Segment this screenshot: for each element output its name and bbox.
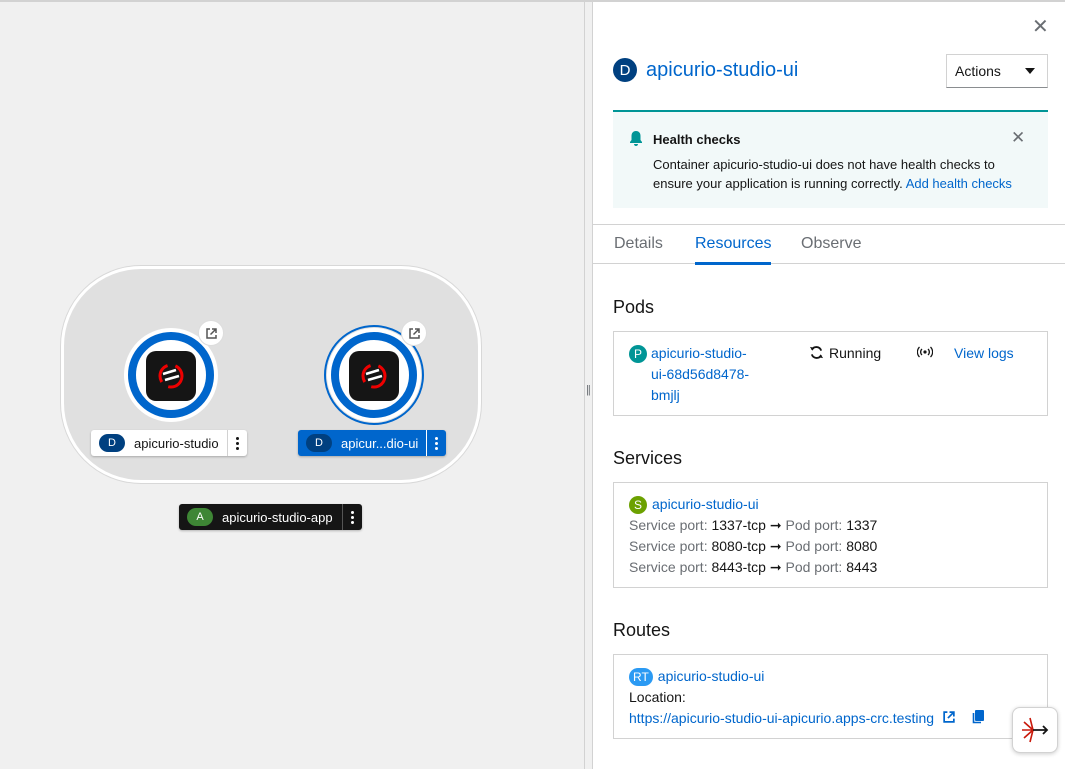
kebab-icon[interactable] [227,430,247,456]
external-link-icon[interactable] [942,710,956,724]
node-label-apicurio-studio[interactable]: D apicurio-studio [91,430,247,456]
sync-icon [809,346,824,359]
pod-badge: P [629,345,647,363]
arrow-right-icon: ➞ [769,559,782,575]
service-port-value: 8080-tcp [711,538,766,554]
pod-name-line: apicurio-studio- [651,345,747,361]
panel-title: D apicurio-studio-ui [613,58,798,82]
route-location-label: Location: [629,689,686,705]
services-card: Sapicurio-studio-ui Service port: 1337-t… [613,482,1048,588]
service-port-label: Service port: [629,559,708,575]
topology-canvas[interactable]: D apicurio-studio D apicur...dio-ui A ap… [0,0,584,769]
route-url-link[interactable]: https://apicurio-studio-ui-apicurio.apps… [629,710,934,726]
pod-name-line: bmjlj [651,387,680,403]
route-row: RT apicurio-studio-ui [629,666,764,687]
arrow-right-icon: ➞ [769,538,782,554]
tab-observe[interactable]: Observe [801,235,861,253]
pods-card: P apicurio-studio- ui-68d56d8478- bmjlj … [613,331,1048,416]
close-icon[interactable]: ✕ [1011,128,1025,148]
route-badge: RT [629,668,653,687]
kebab-icon[interactable] [342,504,362,530]
pod-port-value: 1337 [846,517,878,533]
route-name-link[interactable]: apicurio-studio-ui [658,668,765,684]
pod-port-label: Pod port: [785,559,843,575]
health-checks-alert: Health checks ✕ Container apicurio-studi… [613,110,1048,208]
caret-down-icon [1025,68,1035,74]
resize-handle-icon[interactable]: || [586,384,591,396]
openshift-logo-icon [349,351,399,401]
service-port-label: Service port: [629,517,708,533]
tab-resources[interactable]: Resources [695,235,772,265]
node-label-text: apicur...dio-ui [341,435,419,451]
quick-start-button[interactable] [1012,707,1058,753]
alert-heading: Health checks [653,132,741,147]
tab-bar: Details Resources Observe [593,224,1065,265]
deployment-node-apicurio-studio-ui[interactable] [324,320,427,425]
deployment-badge: D [306,434,332,452]
services-heading: Services [613,448,683,468]
routes-card: RT apicurio-studio-ui Location: https://a… [613,654,1048,739]
application-label-text: apicurio-studio-app [222,509,333,525]
application-badge: A [187,508,213,526]
pod-port-label: Pod port: [785,538,843,554]
deployment-badge: D [99,434,125,452]
pod-port-value: 8080 [846,538,878,554]
route-url-row: https://apicurio-studio-ui-apicurio.apps… [629,708,984,729]
application-label[interactable]: A apicurio-studio-app [179,504,362,530]
pod-port-value: 8443 [846,559,878,575]
service-badge: S [629,496,647,515]
pod-name-line: ui-68d56d8478- [651,366,750,382]
service-name-link[interactable]: apicurio-studio-ui [652,496,759,512]
pod-status: Running [829,345,882,361]
pod-port-label: Pod port: [785,517,843,533]
service-port-row: Service port: 8443-tcp ➞ Pod port: 8443 [629,557,877,578]
actions-dropdown[interactable]: Actions [946,54,1048,88]
lightspeed-icon [1022,717,1049,743]
add-health-checks-link[interactable]: Add health checks [906,176,1012,191]
external-link-icon[interactable] [401,320,427,346]
pod-name-link[interactable]: apicurio-studio- ui-68d56d8478- bmjlj [651,343,749,406]
node-label-text: apicurio-studio [134,435,219,451]
external-link-icon[interactable] [198,320,224,346]
broadcast-icon [917,346,933,358]
service-port-row: Service port: 1337-tcp ➞ Pod port: 1337 [629,515,877,536]
service-row: Sapicurio-studio-ui [629,494,759,515]
service-port-value: 8443-tcp [711,559,766,575]
close-icon[interactable]: ✕ [1032,14,1049,39]
actions-label: Actions [955,63,1001,79]
side-panel: || ✕ D apicurio-studio-ui Actions Health… [584,0,1065,769]
service-port-label: Service port: [629,538,708,554]
routes-heading: Routes [613,620,671,640]
bell-icon [630,131,642,146]
tab-details[interactable]: Details [614,235,663,253]
node-label-apicurio-studio-ui[interactable]: D apicur...dio-ui [298,430,446,456]
openshift-logo-icon [146,351,196,401]
deployment-node-apicurio-studio[interactable] [124,320,224,422]
pods-heading: Pods [613,297,655,317]
copy-icon[interactable] [972,710,984,724]
arrow-right-icon: ➞ [769,517,782,533]
kebab-icon[interactable] [426,430,446,456]
service-port-value: 1337-tcp [711,517,766,533]
service-port-row: Service port: 8080-tcp ➞ Pod port: 8080 [629,536,877,557]
panel-title-link[interactable]: apicurio-studio-ui [646,59,798,82]
deployment-badge: D [613,58,637,82]
view-logs-link[interactable]: View logs [954,343,1014,364]
alert-body: Container apicurio-studio-ui does not ha… [653,155,1033,193]
